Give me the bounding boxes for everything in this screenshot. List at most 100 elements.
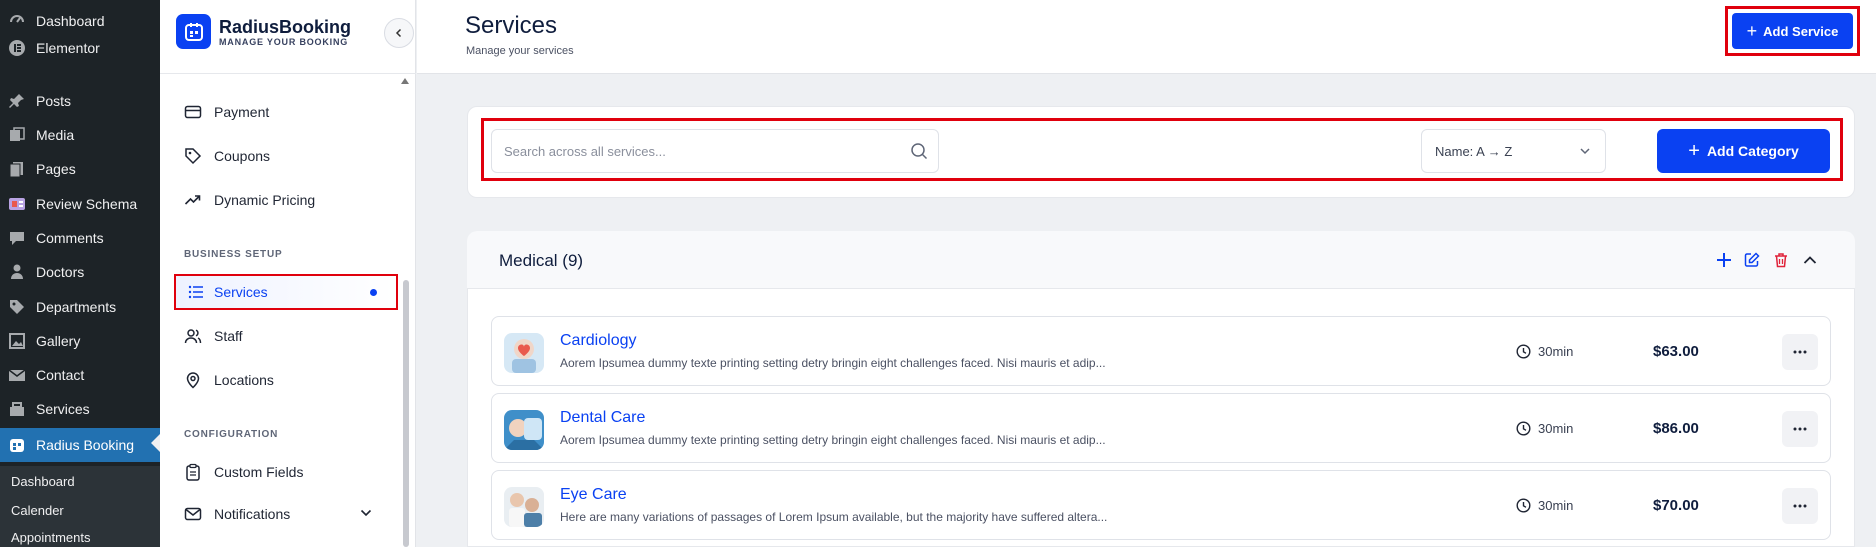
services-icon [7, 399, 27, 419]
nav-item-label: Custom Fields [214, 464, 304, 480]
edit-category-button[interactable] [1743, 251, 1761, 269]
search-box[interactable] [491, 129, 939, 173]
sort-select[interactable]: Name: A → Z [1421, 129, 1606, 173]
media-icon [7, 125, 27, 145]
sort-select-value: Name: A → Z [1435, 143, 1513, 159]
wp-submenu-appointments[interactable]: Appointments [11, 530, 91, 545]
service-row[interactable]: Dental Care Aorem Ipsumea dummy texte pr… [491, 393, 1831, 463]
service-name[interactable]: Cardiology [560, 332, 636, 350]
nav-item-label: Notifications [214, 506, 291, 522]
nav-item-dynamic-pricing[interactable]: Dynamic Pricing [184, 187, 315, 213]
radius-booking-icon [7, 435, 27, 455]
search-icon[interactable] [910, 142, 928, 160]
scroll-up-arrow-icon[interactable] [401, 78, 409, 84]
nav-item-coupons[interactable]: Coupons [184, 143, 270, 169]
wp-menu-contact[interactable]: Contact [0, 360, 160, 390]
nav-item-label: Services [214, 284, 268, 300]
wp-menu-services[interactable]: Services [0, 394, 160, 424]
wp-menu-gallery[interactable]: Gallery [0, 326, 160, 356]
nav-item-label: Locations [214, 372, 274, 388]
nav-item-staff[interactable]: Staff [184, 323, 243, 349]
brand[interactable]: RadiusBooking MANAGE YOUR BOOKING [176, 14, 351, 49]
add-service-label: Add Service [1763, 23, 1839, 39]
wp-menu-label: Departments [36, 299, 117, 315]
collapse-category-button[interactable] [1801, 251, 1819, 269]
wp-menu-comments[interactable]: Comments [0, 223, 160, 253]
add-service-button[interactable]: + Add Service [1732, 13, 1853, 49]
service-more-button[interactable] [1782, 411, 1818, 447]
brand-tagline: MANAGE YOUR BOOKING [219, 36, 349, 47]
plus-icon: + [1688, 139, 1700, 162]
delete-category-button[interactable] [1772, 251, 1790, 269]
calendar-logo-icon [176, 14, 211, 49]
nav-item-label: Coupons [214, 148, 271, 164]
list-icon [188, 284, 204, 300]
wp-admin-sidebar: Dashboard Elementor Posts Media Pages Re… [0, 0, 160, 547]
service-description: Aorem Ipsumea dummy texte printing setti… [560, 433, 1106, 447]
service-more-button[interactable] [1782, 334, 1818, 370]
nav-item-custom-fields[interactable]: Custom Fields [184, 459, 303, 485]
wp-submenu-dashboard[interactable]: Dashboard [11, 474, 75, 489]
scrollbar-thumb[interactable] [403, 280, 409, 547]
eye-care-thumbnail [504, 487, 544, 527]
page-header: Services Manage your services + Add Serv… [417, 0, 1876, 74]
wp-menu-dashboard[interactable]: Dashboard [0, 6, 160, 36]
chevron-left-icon [394, 28, 404, 38]
nav-item-label: Dynamic Pricing [214, 192, 316, 208]
credit-card-icon [184, 103, 202, 121]
add-service-to-category-button[interactable] [1715, 251, 1733, 269]
add-category-label: Add Category [1706, 143, 1799, 159]
service-row[interactable]: Cardiology Aorem Ipsumea dummy texte pri… [491, 316, 1831, 386]
wp-menu-label: Review Schema [36, 196, 138, 212]
nav-item-locations[interactable]: Locations [184, 367, 274, 393]
wp-menu-label: Media [36, 127, 75, 143]
add-category-button[interactable]: + Add Category [1657, 129, 1830, 173]
wp-menu-label: Services [36, 401, 90, 417]
wp-menu-label: Pages [36, 161, 76, 177]
wp-menu-doctors[interactable]: Doctors [0, 257, 160, 287]
service-name[interactable]: Eye Care [560, 486, 627, 504]
wp-menu-pages[interactable]: Pages [0, 154, 160, 184]
wp-menu-label: Gallery [36, 333, 81, 349]
mail-icon [7, 365, 27, 385]
pushpin-icon [7, 91, 27, 111]
service-row[interactable]: Eye Care Here are many variations of pas… [491, 470, 1831, 540]
wp-menu-elementor[interactable]: Elementor [0, 33, 160, 63]
category-title: Medical (9) [499, 251, 584, 270]
nav-item-payment[interactable]: Payment [184, 99, 269, 125]
wp-menu-radius-booking[interactable]: Radius Booking [0, 428, 160, 462]
plus-icon: + [1746, 20, 1758, 41]
users-icon [184, 327, 202, 345]
chevron-down-icon[interactable] [360, 509, 372, 517]
wp-menu-label: Posts [36, 93, 72, 109]
wp-menu-label: Radius Booking [36, 437, 135, 453]
section-heading-configuration: CONFIGURATION [184, 429, 279, 440]
search-input[interactable] [504, 143, 904, 159]
wp-submenu-calender[interactable]: Calender [11, 503, 64, 518]
person-icon [7, 262, 27, 282]
wp-menu-departments[interactable]: Departments [0, 292, 160, 322]
service-duration: 30min [1538, 421, 1574, 436]
service-more-button[interactable] [1782, 488, 1818, 524]
service-price: $70.00 [1653, 497, 1699, 514]
nav-item-label: Staff [214, 328, 243, 344]
service-name[interactable]: Dental Care [560, 409, 645, 427]
service-price: $86.00 [1653, 420, 1699, 437]
nav-item-services[interactable]: Services [174, 274, 398, 310]
wp-menu-posts[interactable]: Posts [0, 86, 160, 116]
trending-up-icon [184, 191, 202, 209]
nav-item-notifications[interactable]: Notifications [184, 501, 374, 527]
dashboard-icon [7, 11, 27, 31]
coupon-tag-icon [184, 147, 202, 165]
wp-menu-label: Comments [36, 230, 104, 246]
more-horizontal-icon [1793, 504, 1807, 508]
elementor-icon [7, 38, 27, 58]
wp-menu-review-schema[interactable]: Review Schema [0, 189, 160, 219]
clock-icon [1516, 344, 1531, 359]
more-horizontal-icon [1793, 350, 1807, 354]
edit-icon [1744, 252, 1760, 268]
wp-menu-media[interactable]: Media [0, 120, 160, 150]
collapse-sidebar-button[interactable] [384, 18, 414, 48]
category-header[interactable] [467, 231, 1855, 289]
clock-icon [1516, 498, 1531, 513]
